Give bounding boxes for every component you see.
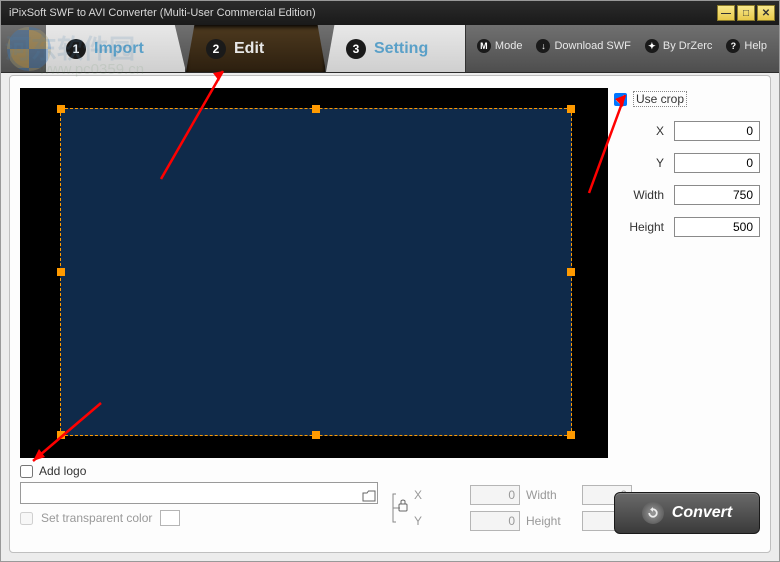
crop-height-input[interactable]	[674, 217, 760, 237]
crop-y-input[interactable]	[674, 153, 760, 173]
logo-y-input	[470, 511, 520, 531]
titlebar: iPixSoft SWF to AVI Converter (Multi-Use…	[1, 1, 779, 25]
maximize-button[interactable]: □	[737, 5, 755, 21]
crop-handle-ne[interactable]	[567, 105, 575, 113]
crop-box[interactable]	[60, 108, 572, 436]
crop-handle-w[interactable]	[57, 268, 65, 276]
link-label: Mode	[495, 40, 523, 52]
transparent-color-label: Set transparent color	[41, 511, 152, 525]
crop-handle-s[interactable]	[312, 431, 320, 439]
convert-icon	[642, 502, 664, 524]
tab-number-badge: 2	[206, 39, 226, 59]
crop-handle-n[interactable]	[312, 105, 320, 113]
tab-label: Setting	[374, 40, 428, 58]
download-swf-link[interactable]: ↓ Download SWF	[536, 39, 630, 53]
crop-x-label: X	[656, 124, 664, 138]
tab-label: Import	[94, 40, 144, 58]
crop-height-label: Height	[629, 220, 664, 234]
crop-handle-e[interactable]	[567, 268, 575, 276]
crop-width-input[interactable]	[674, 185, 760, 205]
add-logo-label: Add logo	[39, 464, 86, 478]
download-icon: ↓	[536, 39, 550, 53]
tab-import[interactable]: 1 Import	[46, 25, 186, 72]
logo-width-label: Width	[526, 488, 576, 502]
add-logo-checkbox[interactable]	[20, 465, 33, 478]
link-label: Help	[744, 40, 767, 52]
by-link[interactable]: ✦ By DrZerc	[645, 39, 713, 53]
crop-handle-sw[interactable]	[57, 431, 65, 439]
crop-y-label: Y	[656, 156, 664, 170]
convert-label: Convert	[672, 504, 732, 522]
mode-icon: M	[477, 39, 491, 53]
aspect-lock-icon[interactable]	[392, 488, 408, 528]
crop-x-input[interactable]	[674, 121, 760, 141]
crop-width-label: Width	[633, 188, 664, 202]
use-crop-checkbox[interactable]	[614, 93, 627, 106]
browse-button[interactable]	[360, 486, 378, 506]
crop-handle-se[interactable]	[567, 431, 575, 439]
content-panel: Use crop X Y Width Height	[9, 75, 771, 553]
help-link[interactable]: ? Help	[726, 39, 767, 53]
use-crop-label: Use crop	[633, 91, 687, 107]
tab-number-badge: 3	[346, 39, 366, 59]
logo-path-input[interactable]	[20, 482, 378, 504]
tab-label: Edit	[234, 40, 264, 58]
header-bar: 1 Import 2 Edit 3 Setting M Mode ↓ Downl…	[1, 25, 779, 73]
convert-button[interactable]: Convert	[614, 492, 760, 534]
logo-x-label: X	[414, 488, 464, 502]
author-icon: ✦	[645, 39, 659, 53]
minimize-button[interactable]: —	[717, 5, 735, 21]
logo-coords-panel: X Width Y Height	[392, 484, 632, 532]
transparent-color-checkbox	[20, 512, 33, 525]
tab-setting[interactable]: 3 Setting	[326, 25, 466, 72]
titlebar-text: iPixSoft SWF to AVI Converter (Multi-Use…	[9, 7, 717, 19]
close-button[interactable]: ✕	[757, 5, 775, 21]
logo-x-input	[470, 485, 520, 505]
link-label: By DrZerc	[663, 40, 713, 52]
crop-settings-panel: Use crop X Y Width Height	[614, 88, 760, 248]
help-icon: ?	[726, 39, 740, 53]
transparent-color-swatch	[160, 510, 180, 526]
folder-icon	[362, 490, 376, 502]
tab-edit[interactable]: 2 Edit	[186, 25, 326, 72]
link-label: Download SWF	[554, 40, 630, 52]
mode-link[interactable]: M Mode	[477, 39, 523, 53]
crop-handle-nw[interactable]	[57, 105, 65, 113]
preview-area	[20, 88, 608, 458]
bottom-panel: Add logo X Width Y Height	[20, 464, 760, 542]
logo-y-label: Y	[414, 514, 464, 528]
tab-number-badge: 1	[66, 39, 86, 59]
logo-height-label: Height	[526, 514, 576, 528]
